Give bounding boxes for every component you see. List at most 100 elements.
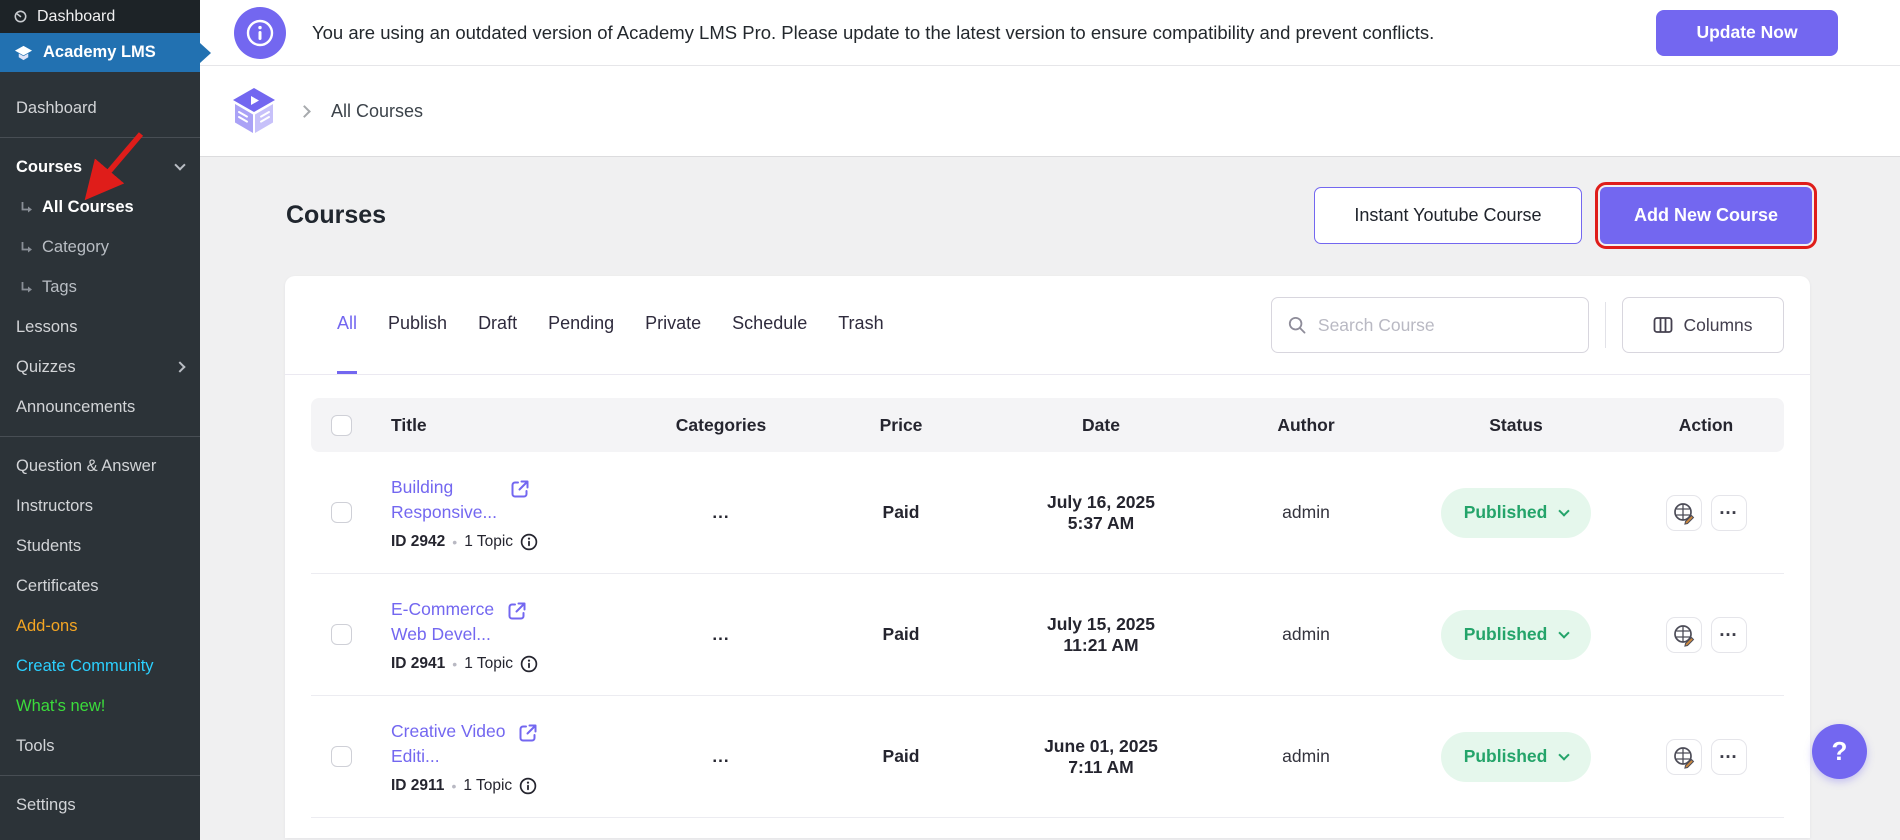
sidebar-item-lessons[interactable]: Lessons <box>0 307 200 347</box>
tab-publish[interactable]: Publish <box>388 276 447 374</box>
edit-site-button[interactable] <box>1665 738 1702 775</box>
columns-label: Columns <box>1683 314 1753 335</box>
sidebar-item-label: Students <box>16 536 82 555</box>
sidebar-item-tools[interactable]: Tools <box>0 726 200 766</box>
sidebar-item-label: What's new! <box>16 696 106 715</box>
toolbar-divider <box>1605 302 1606 348</box>
card-toolbar: All Publish Draft Pending Private Schedu… <box>285 276 1810 375</box>
row-checkbox[interactable] <box>331 746 352 767</box>
meta-separator: • <box>452 655 458 672</box>
course-topics: 1 Topic <box>464 532 514 550</box>
chevron-down-icon <box>1558 504 1570 517</box>
table-header-row: Title Categories Price Date Author Statu… <box>311 398 1784 452</box>
ellipsis-icon: … <box>1718 497 1739 519</box>
edit-site-button[interactable] <box>1665 616 1702 653</box>
more-actions-button[interactable]: … <box>1710 616 1747 653</box>
edit-site-button[interactable] <box>1665 494 1702 531</box>
row-checkbox[interactable] <box>331 624 352 645</box>
more-actions-button[interactable]: … <box>1710 494 1747 531</box>
table-row: E-Commerce Web Devel... ID 2941 • 1 Topi… <box>311 574 1784 696</box>
sidebar-item-add-ons[interactable]: Add-ons <box>0 606 200 646</box>
sidebar-item-announcements[interactable]: Announcements <box>0 387 200 427</box>
course-title-link[interactable]: Building Responsive... <box>391 475 497 525</box>
submenu-arrow-icon <box>20 201 33 214</box>
header-action: Action <box>1678 414 1734 435</box>
external-link-icon[interactable] <box>517 722 539 744</box>
sidebar-item-quizzes[interactable]: Quizzes <box>0 347 200 387</box>
instant-youtube-course-button[interactable]: Instant Youtube Course <box>1314 187 1582 244</box>
more-actions-button[interactable]: … <box>1710 738 1747 775</box>
info-circle-icon[interactable] <box>520 655 538 673</box>
sidebar-item-label: Instructors <box>16 496 94 515</box>
ellipsis-icon: … <box>1718 619 1739 641</box>
columns-button[interactable]: Columns <box>1622 297 1784 353</box>
sidebar-item-create-community[interactable]: Create Community <box>0 646 200 686</box>
sidebar-item-whats-new[interactable]: What's new! <box>0 686 200 726</box>
courses-card: All Publish Draft Pending Private Schedu… <box>285 276 1810 838</box>
cell-date-line: 11:21 AM <box>1063 634 1139 655</box>
course-title-link[interactable]: E-Commerce Web Devel... <box>391 597 494 647</box>
status-dropdown[interactable]: Published <box>1441 609 1591 660</box>
cell-price: Paid <box>882 746 920 766</box>
admin-bar-dashboard[interactable]: Dashboard <box>0 0 200 33</box>
help-button[interactable]: ? <box>1812 724 1867 779</box>
cell-price: Paid <box>882 624 920 644</box>
tab-pending[interactable]: Pending <box>548 276 614 374</box>
header-categories: Categories <box>675 414 767 435</box>
status-dropdown[interactable]: Published <box>1441 731 1591 782</box>
info-circle-icon[interactable] <box>520 533 538 551</box>
breadcrumb: All Courses <box>200 66 1900 157</box>
search-course-input[interactable] <box>1317 314 1572 336</box>
wp-admin-sidebar: Dashboard Academy LMS Dashboard Courses … <box>0 0 211 840</box>
course-id: ID 2911 <box>391 776 445 794</box>
globe-pencil-icon <box>1672 745 1696 769</box>
info-circle-icon[interactable] <box>519 777 537 795</box>
sidebar-item-dashboard[interactable]: Dashboard <box>0 88 200 128</box>
sidebar-item-all-courses[interactable]: All Courses <box>0 187 200 227</box>
tab-all[interactable]: All <box>337 276 358 374</box>
chevron-down-icon <box>1558 748 1570 761</box>
header-status: Status <box>1489 414 1543 435</box>
status-tabs: All Publish Draft Pending Private Schedu… <box>337 276 884 374</box>
select-all-checkbox[interactable] <box>331 414 352 436</box>
sidebar-item-category[interactable]: Category <box>0 227 200 267</box>
sidebar-item-label: Category <box>42 237 109 256</box>
sidebar-item-certificates[interactable]: Certificates <box>0 566 200 606</box>
status-dropdown[interactable]: Published <box>1441 487 1591 538</box>
update-notice-message: You are using an outdated version of Aca… <box>312 21 1435 43</box>
sidebar-item-instructors[interactable]: Instructors <box>0 486 200 526</box>
page-header: Courses Instant Youtube Course Add New C… <box>286 182 1817 249</box>
cell-price: Paid <box>882 502 920 522</box>
sidebar-item-students[interactable]: Students <box>0 526 200 566</box>
header-price: Price <box>879 414 923 435</box>
sidebar-item-academy-lms[interactable]: Academy LMS <box>0 33 200 72</box>
update-now-button[interactable]: Update Now <box>1656 9 1838 56</box>
cell-categories: ... <box>712 746 730 766</box>
sidebar-item-label: Create Community <box>16 656 154 675</box>
tab-trash[interactable]: Trash <box>838 276 883 374</box>
sidebar-item-tags[interactable]: Tags <box>0 267 200 307</box>
sidebar-item-courses[interactable]: Courses <box>0 147 200 187</box>
tab-schedule[interactable]: Schedule <box>732 276 807 374</box>
tab-private[interactable]: Private <box>645 276 701 374</box>
submenu-arrow-icon <box>20 281 33 294</box>
table-row: Creative Video Editi... ID 2911 • 1 Topi… <box>311 696 1784 818</box>
lms-submenu: Dashboard Courses All Courses Category T… <box>0 72 200 825</box>
external-link-icon[interactable] <box>509 478 531 500</box>
sidebar-item-label: Add-ons <box>16 616 78 635</box>
sidebar-item-question-answer[interactable]: Question & Answer <box>0 446 200 486</box>
course-title-link[interactable]: Creative Video Editi... <box>391 719 505 769</box>
tab-draft[interactable]: Draft <box>478 276 517 374</box>
external-link-icon[interactable] <box>506 600 528 622</box>
row-checkbox[interactable] <box>331 502 352 523</box>
globe-pencil-icon <box>1672 623 1696 647</box>
cell-date-line: 7:11 AM <box>1068 756 1134 777</box>
add-new-course-button[interactable]: Add New Course <box>1595 182 1817 249</box>
course-title-line: E-Commerce <box>391 598 495 619</box>
header-title: Title <box>391 414 427 435</box>
screen: Dashboard Academy LMS Dashboard Courses … <box>0 0 1900 840</box>
info-icon <box>234 6 286 59</box>
sidebar-item-label: Settings <box>16 795 76 814</box>
sidebar-item-settings[interactable]: Settings <box>0 785 200 825</box>
page-title: Courses <box>286 201 387 229</box>
